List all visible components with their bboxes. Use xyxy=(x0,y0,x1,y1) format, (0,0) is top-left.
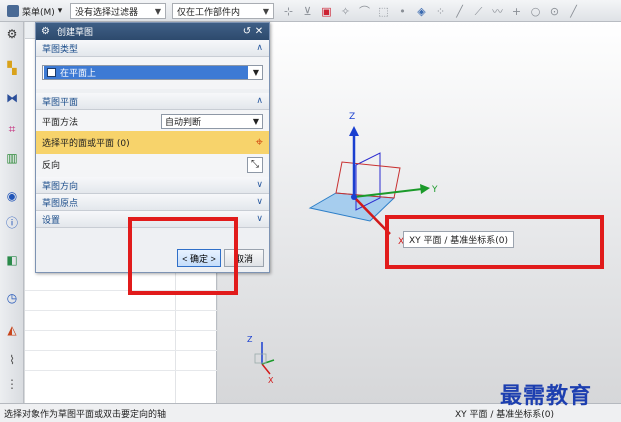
zigzag-icon[interactable]: 〰 xyxy=(491,5,504,18)
web-browser-icon[interactable]: ◉ xyxy=(4,188,20,204)
chevron-up-icon: ∧ xyxy=(256,96,263,106)
watermark-text: 最需教育 xyxy=(500,383,593,409)
top-toolbar: 菜单(M) ▾ 没有选择过滤器 ▼ 仅在工作部件内 ▼ ⊹ ⊻ ▣ ✧ ⌒ ⬚ … xyxy=(0,0,621,22)
chevron-down-icon: ▼ xyxy=(252,117,259,126)
chevron-down-icon: ▼ xyxy=(262,6,269,16)
point-icon[interactable]: ✧ xyxy=(339,5,352,18)
snap-icon[interactable]: ⊹ xyxy=(282,5,295,18)
sketch-type-value: 在平面上 xyxy=(60,69,97,79)
part-navigator-icon[interactable]: ▚ xyxy=(4,60,20,76)
section-sketch-direction[interactable]: 草图方向 ∨ xyxy=(36,177,269,194)
plane-method-value: 自动判断 xyxy=(165,118,202,128)
plane-method-label: 平面方法 xyxy=(42,118,79,128)
filter-icon[interactable]: ⊻ xyxy=(301,5,314,18)
assembly-navigator-icon[interactable]: ⧓ xyxy=(4,90,20,106)
navigator-row-line xyxy=(25,330,217,331)
close-icon[interactable]: ✕ xyxy=(253,26,265,37)
section-header-label: 草图方向 xyxy=(42,181,79,192)
chevron-down-icon: ▼ xyxy=(154,6,161,16)
chevron-down-icon: ▼ xyxy=(252,68,260,77)
triad-x-label: X xyxy=(268,376,274,385)
roles-icon[interactable]: ⌇ xyxy=(4,352,20,368)
selection-scope-value: 仅在工作部件内 xyxy=(177,7,241,18)
reverse-direction-button[interactable]: ⤡ xyxy=(247,156,263,173)
section-header-label: 草图原点 xyxy=(42,198,79,209)
select-face-label: 选择平的面或平面 (0) xyxy=(42,139,130,149)
toolbar-icons: ⊹ ⊻ ▣ ✧ ⌒ ⬚ • ◈ ⁘ ╱ ⟋ 〰 + ○ ⊙ ╱ xyxy=(282,3,580,19)
section-sketch-plane[interactable]: 草图平面 ∧ xyxy=(36,93,269,110)
section-header-label: 草图平面 xyxy=(42,97,79,108)
dialog-title-bar[interactable]: ⚙ 创建草图 ↺ ✕ xyxy=(36,23,269,40)
selection-scope-select[interactable]: 仅在工作部件内 ▼ xyxy=(172,3,274,19)
circle-icon[interactable]: ○ xyxy=(529,5,542,18)
sketch-type-select[interactable]: 在平面上 ▼ xyxy=(42,65,263,80)
plane-icon xyxy=(47,68,56,77)
y-axis-label: Y xyxy=(431,185,438,195)
z-arrow xyxy=(349,126,359,136)
resource-bar: ⚙ ▚ ⧓ ⌗ ▥ ◉ ⓘ ◧ ◷ ◭ ⌇ ⋮ xyxy=(0,22,24,403)
navigator-row-line xyxy=(25,370,217,371)
reverse-row: 反向 ⤡ xyxy=(42,154,263,175)
dot-icon[interactable]: • xyxy=(396,5,409,18)
triad-cube xyxy=(254,353,267,364)
clock-icon[interactable]: ◷ xyxy=(4,290,20,306)
reverse-label: 反向 xyxy=(42,161,61,171)
section-header-label: 设置 xyxy=(42,215,61,226)
scroll-icon[interactable]: ⋮ xyxy=(4,376,20,392)
plane-method-row: 平面方法 自动判断 ▼ xyxy=(42,112,263,131)
menu-label: 菜单(M) xyxy=(22,7,55,18)
annotation-highlight-tooltip xyxy=(385,215,604,269)
reset-icon[interactable]: ↺ xyxy=(241,26,253,37)
reverse-direction-icon: ⤡ xyxy=(251,159,259,170)
analysis-icon[interactable]: ◭ xyxy=(4,322,20,338)
chevron-down-icon: ∨ xyxy=(256,180,263,190)
navigator-row-line xyxy=(25,350,217,351)
plane-method-select[interactable]: 自动判断 ▼ xyxy=(161,114,263,129)
line-icon[interactable]: ⟋ xyxy=(472,5,485,18)
rectangle-select-icon[interactable]: ⬚ xyxy=(377,5,390,18)
sketch-plane-body: 平面方法 自动判断 ▼ 选择平的面或平面 (0) ⌖ 反向 ⤡ xyxy=(36,110,269,177)
chevron-down-icon: ▾ xyxy=(57,6,63,16)
graphics-window[interactable]: Z Y X Z X xyxy=(218,22,621,403)
origin-point[interactable] xyxy=(351,194,357,200)
chevron-down-icon: ∨ xyxy=(256,197,263,207)
history-icon[interactable]: ◧ xyxy=(4,252,20,268)
triad-x-axis xyxy=(261,363,271,375)
chevron-up-icon: ∧ xyxy=(256,43,263,53)
selection-filter-select[interactable]: 没有选择过滤器 ▼ xyxy=(70,3,166,19)
select-face-row[interactable]: 选择平的面或平面 (0) ⌖ xyxy=(36,131,269,154)
slash-icon[interactable]: ╱ xyxy=(567,5,580,18)
selection-filter-value: 没有选择过滤器 xyxy=(75,7,139,18)
y-arrow xyxy=(420,184,430,194)
menu-button[interactable]: 菜单(M) ▾ xyxy=(3,3,66,19)
constraint-navigator-icon[interactable]: ⌗ xyxy=(4,121,20,137)
curve-icon[interactable]: ⌒ xyxy=(358,5,371,18)
plus-icon[interactable]: + xyxy=(510,5,523,18)
select-box-icon[interactable]: ▣ xyxy=(320,5,333,18)
z-axis-label: Z xyxy=(349,112,355,122)
annotation-highlight-ok xyxy=(128,217,238,295)
reuse-library-icon[interactable]: ▥ xyxy=(4,150,20,166)
section-sketch-origin[interactable]: 草图原点 ∨ xyxy=(36,194,269,211)
status-prompt: 选择对象作为草图平面或双击要定向的轴 xyxy=(4,409,167,420)
datum-csys-view[interactable]: Z Y X Z X xyxy=(218,22,621,403)
navigator-row-line xyxy=(25,310,217,311)
dialog-title: 创建草图 xyxy=(57,28,94,38)
y-axis[interactable] xyxy=(353,188,423,198)
gear-icon[interactable]: ⚙ xyxy=(4,26,20,42)
chevron-down-icon: ∨ xyxy=(256,214,263,224)
sketch-type-body: 在平面上 ▼ xyxy=(36,57,269,89)
sketch-type-selected: 在平面上 xyxy=(44,66,248,79)
scatter-icon[interactable]: ⁘ xyxy=(434,5,447,18)
cube-icon[interactable]: ◈ xyxy=(415,5,428,18)
triad-z-label: Z xyxy=(247,335,253,344)
section-header-label: 草图类型 xyxy=(42,44,79,55)
gear-icon: ⚙ xyxy=(41,26,50,37)
section-sketch-type[interactable]: 草图类型 ∧ xyxy=(36,40,269,57)
menu-icon xyxy=(7,5,19,17)
line-icon[interactable]: ╱ xyxy=(453,5,466,18)
target-icon[interactable]: ⊙ xyxy=(548,5,561,18)
crosshair-icon[interactable]: ⌖ xyxy=(256,135,263,150)
info-icon[interactable]: ⓘ xyxy=(4,215,20,231)
